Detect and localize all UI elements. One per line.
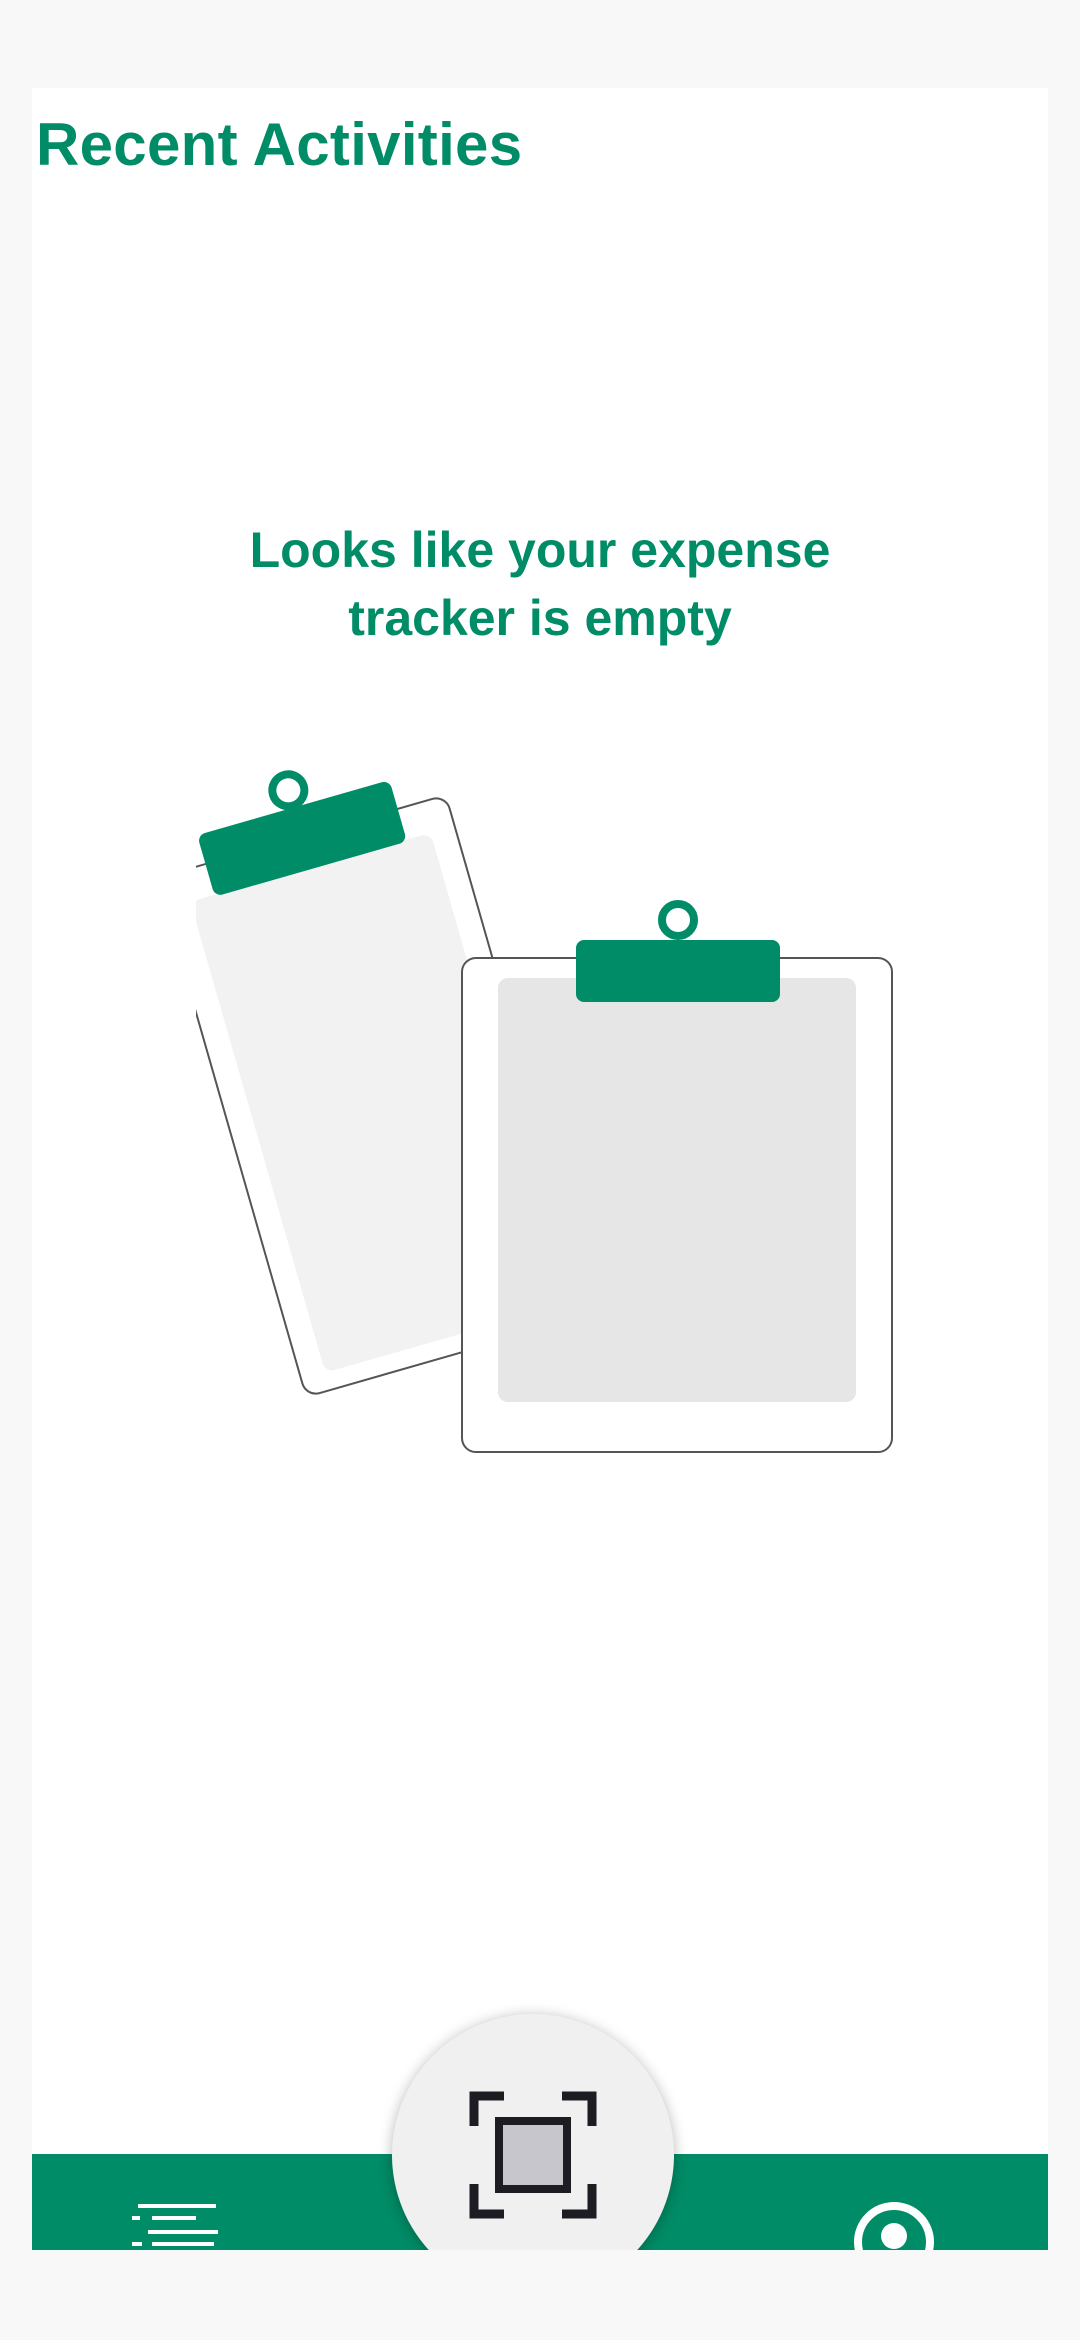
screen-card: Recent Activities Looks like your expens…	[32, 88, 1048, 2250]
scan-icon	[469, 2091, 597, 2219]
page-title: Recent Activities	[36, 111, 523, 178]
profile-icon[interactable]	[852, 2200, 936, 2250]
scan-receipt-button[interactable]	[392, 2014, 674, 2250]
clipboard-icon	[196, 770, 893, 1453]
empty-state-message: Looks like your expense tracker is empty	[249, 522, 831, 646]
list-icon[interactable]	[132, 2204, 218, 2250]
